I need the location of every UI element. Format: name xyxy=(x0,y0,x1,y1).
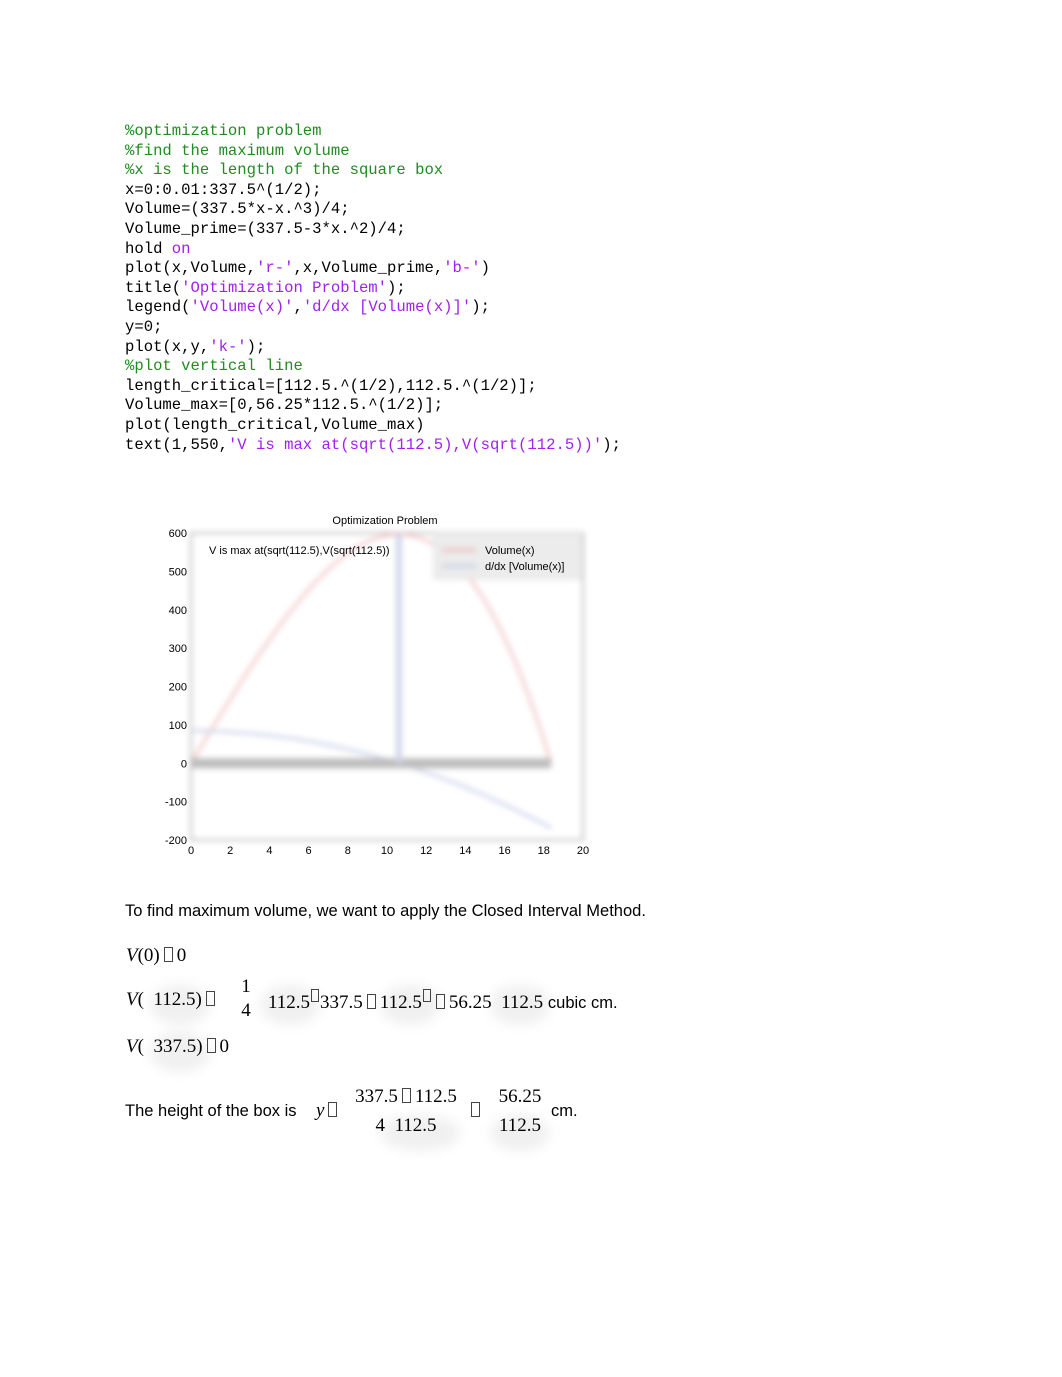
legend-entry: d/dx [Volume(x)] xyxy=(485,561,564,573)
x-tick-label: 20 xyxy=(577,845,589,857)
code-string: on xyxy=(171,239,191,258)
y-tick-label: 100 xyxy=(169,720,187,732)
code-line: Volume=(337.5*x-x.^3)/4; xyxy=(125,200,350,219)
legend-entry: Volume(x) xyxy=(485,545,535,557)
code-text: plot(x,Volume, xyxy=(125,259,257,278)
height-unit: cm. xyxy=(551,1102,578,1120)
code-text: text(1,550, xyxy=(125,435,228,454)
matlab-code-listing: %optimization problem %find the maximum v… xyxy=(125,122,621,455)
code-line: %optimization problem xyxy=(125,122,621,142)
y-tick-label: 400 xyxy=(169,605,187,617)
optimization-plot: Optimization Problem 600 500 400 300 200 100 0-… xyxy=(150,505,600,865)
x-tick-label: 14 xyxy=(459,845,471,857)
code-text: ); xyxy=(387,278,406,297)
code-line: legend('Volume(x)','d/dx [Volume(x)]'); xyxy=(125,298,621,318)
code-line: x=0:0.01:337.5^(1/2); xyxy=(125,180,322,199)
code-line: plot(x,y,'k-'); xyxy=(125,338,621,358)
code-string: 'd/dx [Volume(x)]' xyxy=(302,298,472,317)
code-text: ); xyxy=(602,435,621,454)
code-line: plot(length_critical,Volume_max) xyxy=(125,415,425,434)
code-text: plot(x,y, xyxy=(125,337,210,356)
code-text: title( xyxy=(125,278,182,297)
code-line: Volume_max=[0,56.25*112.5.^(1/2)]; xyxy=(125,396,444,415)
code-line: hold on xyxy=(125,240,621,260)
code-string: 'k-' xyxy=(209,337,247,356)
x-tick-label: 8 xyxy=(345,845,351,857)
code-line: %x is the length of the square box xyxy=(125,161,621,181)
plot-svg: Optimization Problem6005004003002001000-… xyxy=(165,515,589,857)
x-tick-label: 16 xyxy=(498,845,510,857)
code-comment: %find the maximum volume xyxy=(125,141,350,160)
x-tick-label: 2 xyxy=(227,845,233,857)
x-tick-label: 12 xyxy=(420,845,432,857)
fraction-one-quarter: 1 4 xyxy=(241,976,251,1021)
code-line: %find the maximum volume xyxy=(125,142,621,162)
code-line: plot(x,Volume,'r-',x,Volume_prime,'b-') xyxy=(125,259,621,279)
height-variable: y xyxy=(316,1100,341,1122)
code-text: hold xyxy=(125,239,172,258)
code-line: y=0; xyxy=(125,317,163,336)
chart-title: Optimization Problem xyxy=(332,515,437,527)
x-tick-label: 4 xyxy=(266,845,272,857)
x-tick-label: 0 xyxy=(188,845,194,857)
code-line: text(1,550,'V is max at(sqrt(112.5),V(sq… xyxy=(125,436,621,456)
series-derivative-line xyxy=(191,729,552,830)
equals-glyph-2 xyxy=(467,1100,484,1122)
code-comment: %plot vertical line xyxy=(125,357,303,376)
height-fraction-2: 56.25 112.5 xyxy=(498,1086,542,1136)
x-tick-label: 18 xyxy=(538,845,550,857)
equation-v-critical: V( 112.5) xyxy=(126,989,219,1011)
y-tick-label: -100 xyxy=(165,797,187,809)
code-line: title('Optimization Problem'); xyxy=(125,279,621,299)
equals-glyph xyxy=(163,947,173,962)
code-comment: %optimization problem xyxy=(125,122,322,140)
code-string: 'V is max at(sqrt(112.5),V(sqrt(112.5))' xyxy=(227,435,603,454)
code-text: ) xyxy=(480,259,490,278)
y-tick-label: 0 xyxy=(181,758,187,770)
x-tick-label: 10 xyxy=(381,845,393,857)
equation-v-critical-rhs: 112.5 337.5 112.5 56.25 112.5 cubic cm. xyxy=(268,989,618,1014)
code-string: 'r-' xyxy=(256,259,294,278)
code-line: Volume_prime=(337.5-3*x.^2)/4; xyxy=(125,219,406,238)
code-text: ,x,Volume_prime, xyxy=(293,259,444,278)
code-string: 'Optimization Problem' xyxy=(181,278,388,297)
code-text: ); xyxy=(246,337,266,356)
code-comment: %x is the length of the square box xyxy=(125,161,444,180)
code-string: 'b-' xyxy=(443,259,481,278)
code-text: , xyxy=(293,298,303,317)
height-label: The height of the box is xyxy=(125,1102,297,1120)
y-tick-label: -200 xyxy=(165,835,187,847)
x-tick-label: 6 xyxy=(306,845,312,857)
code-text: ); xyxy=(471,298,490,317)
equation-v0: V(0) 0 xyxy=(126,945,187,966)
intro-text: To find maximum volume, we want to apply… xyxy=(125,902,646,920)
max-annotation: V is max at(sqrt(112.5),V(sqrt(112.5)) xyxy=(209,545,390,557)
code-string: 'Volume(x)' xyxy=(190,298,294,317)
equation-v-endpoint: V( 337.5) 0 xyxy=(126,1036,230,1057)
y-tick-label: 300 xyxy=(169,643,187,655)
y-tick-label: 200 xyxy=(169,682,187,694)
y-tick-label: 500 xyxy=(169,566,187,578)
code-line: length_critical=[112.5.^(1/2),112.5.^(1/… xyxy=(125,376,537,395)
code-line: %plot vertical line xyxy=(125,357,621,377)
code-text: legend( xyxy=(125,298,191,317)
height-fraction-1: 337.5 112.5 4 112.5 xyxy=(355,1086,457,1136)
y-tick-label: 600 xyxy=(169,528,187,540)
